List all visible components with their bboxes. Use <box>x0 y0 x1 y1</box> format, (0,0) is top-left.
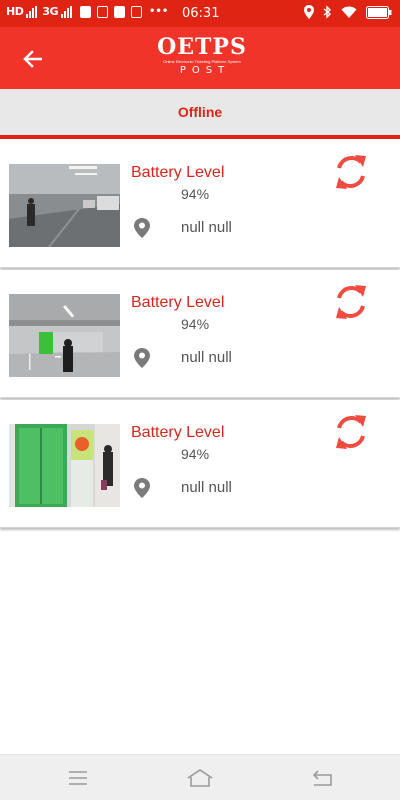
back-button[interactable] <box>18 45 46 73</box>
download-icon <box>97 5 109 18</box>
mail-icon <box>131 5 143 18</box>
home-icon <box>187 769 213 787</box>
battery-icon <box>366 5 392 19</box>
status-right-group <box>304 5 392 19</box>
status-left-group: HD 3G ••• <box>6 5 168 18</box>
device-card[interactable]: Battery Level 94% null null <box>0 400 400 528</box>
tab-offline-label: Offline <box>177 104 223 120</box>
signal-1-label: HD <box>6 5 24 18</box>
signal-2-label: 3G <box>42 5 59 18</box>
map-pin-icon <box>134 218 150 238</box>
signal-2-bars-icon <box>61 5 73 18</box>
location-status-icon <box>304 5 314 19</box>
return-icon <box>312 770 332 786</box>
screen: HD 3G ••• 06:31 OETPS Online Electronic … <box>0 0 400 800</box>
nav-back-button[interactable] <box>302 765 342 791</box>
sync-icon[interactable] <box>333 153 369 191</box>
device-thumbnail <box>9 164 120 247</box>
battery-level-label: Battery Level <box>131 164 225 181</box>
device-thumbnail <box>9 294 120 377</box>
menu-icon <box>69 771 87 785</box>
app-icon <box>114 5 126 18</box>
logo-subtext: POST <box>179 65 231 76</box>
sync-icon[interactable] <box>333 413 369 451</box>
tab-indicator <box>0 135 400 139</box>
logo-title: OETPS <box>157 34 247 60</box>
tab-offline[interactable]: Offline <box>0 89 400 135</box>
battery-level-value: 94% <box>181 446 210 462</box>
nav-home-button[interactable] <box>180 765 220 791</box>
battery-level-label: Battery Level <box>131 294 225 311</box>
map-pin-icon <box>134 348 150 368</box>
more-notifications-icon: ••• <box>149 6 169 17</box>
map-pin-icon <box>134 478 150 498</box>
device-thumbnail <box>9 424 120 507</box>
signal-1-bars-icon <box>26 5 38 18</box>
device-card[interactable]: Battery Level 94% null null <box>0 270 400 398</box>
arrow-left-icon <box>23 50 42 68</box>
battery-level-value: 94% <box>181 316 210 332</box>
device-card[interactable]: Battery Level 94% null null <box>0 140 400 268</box>
app-bar: OETPS Online Electronic Ticketing Platfo… <box>0 27 400 89</box>
battery-level-label: Battery Level <box>131 424 225 441</box>
sync-icon[interactable] <box>333 283 369 321</box>
app-logo: OETPS Online Electronic Ticketing Platfo… <box>152 35 252 81</box>
status-time: 06:31 <box>182 6 220 21</box>
location-text: null null <box>181 479 232 496</box>
location-text: null null <box>181 219 232 236</box>
location-text: null null <box>181 349 232 366</box>
bluetooth-icon <box>323 5 332 19</box>
wifi-icon <box>341 6 357 18</box>
battery-level-value: 94% <box>181 186 210 202</box>
notification-icon <box>80 5 92 18</box>
nav-menu-button[interactable] <box>58 765 98 791</box>
system-nav-bar <box>0 754 400 800</box>
status-bar: HD 3G ••• 06:31 <box>0 0 400 27</box>
